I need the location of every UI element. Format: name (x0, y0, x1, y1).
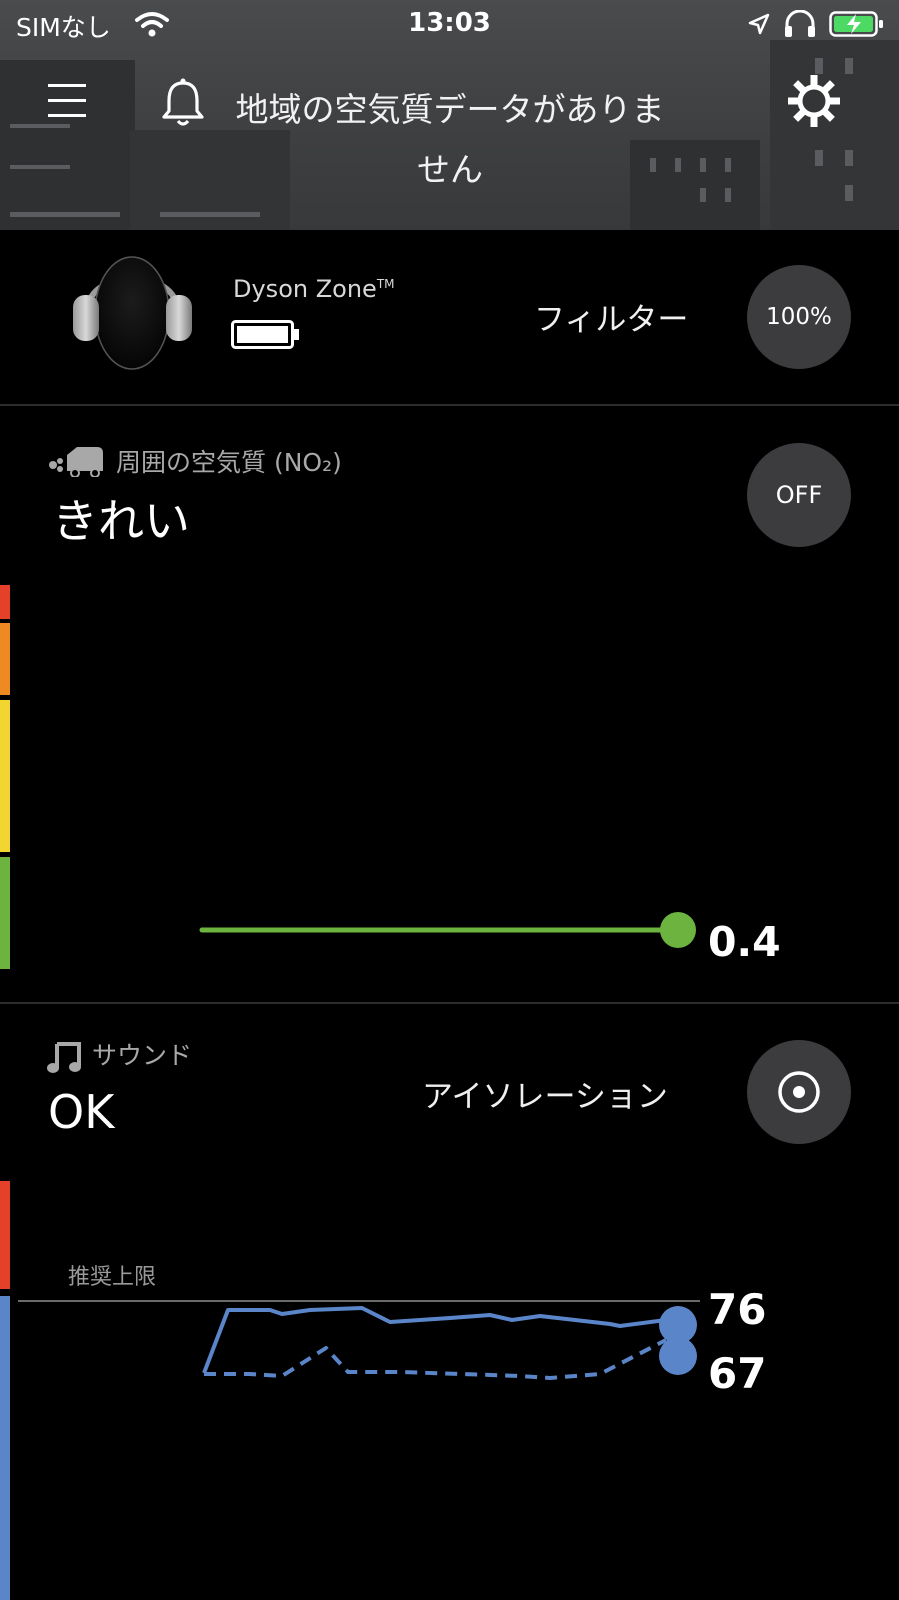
gear-icon[interactable] (786, 73, 842, 129)
isolation-mode-button[interactable] (747, 1040, 851, 1144)
sound-peak-line (202, 1306, 667, 1374)
sound-scale-segment-safe (0, 1296, 10, 1600)
music-note-icon (47, 1042, 81, 1073)
air-quality-label: 周囲の空気質 (NO₂) (116, 448, 342, 477)
air-quality-value: 0.4 (708, 918, 781, 966)
page-title: 地域の空気質データがありません (235, 90, 665, 189)
scale-segment-medium (0, 700, 10, 852)
scale-segment-medium-high (0, 623, 10, 695)
pollution-car-icon (49, 447, 103, 477)
air-quality-status: きれい (52, 494, 190, 548)
divider (0, 1002, 899, 1004)
air-quality-trend-line (199, 912, 696, 948)
bell-icon[interactable] (158, 77, 208, 129)
device-image-headphones (73, 256, 192, 370)
sound-average-line (204, 1338, 667, 1380)
headphones-icon (785, 10, 815, 37)
scale-segment-high (0, 585, 10, 619)
target-icon (778, 1071, 820, 1113)
isolation-mode-label: アイソレーション (422, 1079, 668, 1115)
sound-status: OK (48, 1085, 115, 1139)
air-quality-toggle-button[interactable]: OFF (747, 443, 851, 547)
sound-trend-chart (202, 1306, 697, 1380)
menu-icon[interactable] (46, 82, 88, 120)
scale-segment-low (0, 857, 10, 969)
air-quality-current-point (660, 912, 696, 948)
divider (0, 404, 899, 406)
location-arrow-icon (748, 13, 770, 35)
background-building (770, 40, 899, 230)
sound-label: サウンド (92, 1041, 193, 1070)
sound-average-point (659, 1337, 697, 1375)
filter-label: フィルター (534, 302, 689, 338)
battery-charging-icon (829, 11, 883, 37)
sound-peak-value: 76 (708, 1285, 767, 1334)
device-name: Dyson ZoneTM (233, 275, 395, 303)
device-battery-icon (231, 320, 299, 349)
status-bar: SIMなし 13:03 (0, 0, 899, 50)
sound-scale-segment-loud (0, 1181, 10, 1289)
recommended-limit-label: 推奨上限 (68, 1265, 157, 1290)
filter-status-button[interactable]: 100% (747, 265, 851, 369)
sound-average-value: 67 (708, 1349, 767, 1398)
header: SIMなし 13:03 地域の空気質データがありません (0, 0, 899, 230)
